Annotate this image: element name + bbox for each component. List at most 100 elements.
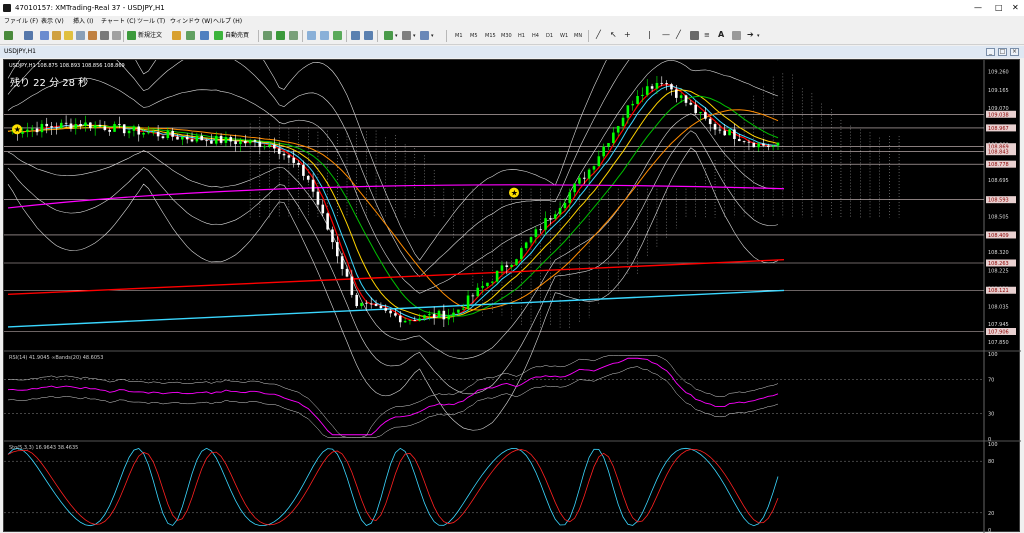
chevron-down-icon[interactable]: ▾: [413, 31, 416, 41]
trendline-tool-icon[interactable]: ╱: [596, 30, 601, 40]
indicators-icon[interactable]: [384, 31, 393, 40]
line-chart-icon[interactable]: [289, 31, 298, 40]
candle-body: [568, 192, 572, 203]
close-window-icon[interactable]: ✕: [1012, 0, 1019, 16]
bollinger-band-line: [7, 113, 779, 360]
timeframe-m5[interactable]: M5: [470, 31, 478, 41]
navigator-icon[interactable]: [64, 31, 73, 40]
chevron-down-icon[interactable]: ▾: [395, 31, 398, 41]
candle-body: [360, 302, 363, 307]
rsi-line: [7, 357, 779, 436]
metaeditor-icon[interactable]: [172, 31, 181, 40]
tester-icon[interactable]: [88, 31, 97, 40]
chart-close-icon[interactable]: ×: [1010, 48, 1019, 56]
menu-file[interactable]: ファイル (F): [4, 16, 38, 27]
candle-body: [69, 123, 73, 129]
new-chart-icon[interactable]: [4, 31, 13, 40]
auto-trade-button[interactable]: 自動売買: [225, 30, 249, 42]
timeframe-m1[interactable]: M1: [455, 31, 463, 41]
candle-body: [277, 148, 281, 154]
candle-body: [597, 156, 601, 167]
market-watch-icon[interactable]: [40, 31, 49, 40]
ma-yellow-line: [7, 89, 779, 319]
menu-insert[interactable]: 挿入 (I): [73, 16, 93, 27]
zoom-out-icon[interactable]: [320, 31, 329, 40]
candle-body: [447, 315, 450, 320]
fibonacci-tool-icon[interactable]: ≡: [704, 30, 710, 40]
candle-body: [481, 286, 484, 288]
auto-trade-icon: [214, 31, 223, 40]
chevron-down-icon[interactable]: ▾: [757, 31, 760, 41]
candle-body: [258, 141, 262, 147]
rsi-tick-label: 70: [988, 378, 994, 384]
channel-tool-icon[interactable]: [690, 31, 699, 40]
chart-window-title[interactable]: USDJPY,H1: [4, 46, 36, 58]
chart-window[interactable]: 109.260109.165109.070108.975108.880108.7…: [3, 59, 1021, 533]
crosshair-tool-icon[interactable]: +: [624, 30, 631, 40]
timeframe-h1[interactable]: H1: [518, 31, 525, 41]
menu-tools[interactable]: ツール (T): [137, 16, 165, 27]
price-chart[interactable]: 109.260109.165109.070108.975108.880108.7…: [4, 60, 1021, 533]
alerts-icon[interactable]: [100, 31, 109, 40]
star-marker-icon: ★: [511, 189, 518, 198]
cursor-tool-icon[interactable]: ↖: [610, 30, 617, 40]
candle-body: [762, 143, 765, 146]
timeframe-h4[interactable]: H4: [532, 31, 539, 41]
candle-body: [137, 126, 141, 135]
candle-body: [742, 141, 746, 142]
chart-minimize-icon[interactable]: _: [986, 48, 995, 56]
timeframe-mn[interactable]: MN: [574, 31, 582, 41]
timeframe-d1[interactable]: D1: [546, 31, 553, 41]
market-icon[interactable]: [200, 31, 209, 40]
profiles-icon[interactable]: [24, 31, 33, 40]
tile-windows-icon[interactable]: [333, 31, 342, 40]
data-window-icon[interactable]: [52, 31, 61, 40]
title-bar: 47010157: XMTrading-Real 37 - USDJPY,H1 …: [0, 0, 1024, 16]
terminal-icon[interactable]: [76, 31, 85, 40]
app-icon: [3, 4, 11, 12]
auto-scroll-icon[interactable]: [351, 31, 360, 40]
candle-body: [631, 103, 635, 106]
vertical-line-tool-icon[interactable]: |: [648, 30, 651, 40]
menu-chart[interactable]: チャート (C): [101, 16, 136, 27]
timeframe-m15[interactable]: M15: [485, 31, 496, 41]
arrows-tool-icon[interactable]: ➔: [747, 30, 754, 40]
candle-body: [767, 145, 770, 147]
timeframe-m30[interactable]: M30: [501, 31, 512, 41]
candle-body: [708, 118, 712, 125]
templates-icon[interactable]: [420, 31, 429, 40]
horizontal-line-tool-icon[interactable]: —: [662, 30, 670, 40]
candle-body: [45, 123, 49, 127]
periods-icon[interactable]: [402, 31, 411, 40]
bar-chart-icon[interactable]: [263, 31, 272, 40]
candle-body: [699, 112, 702, 114]
candle-body: [442, 310, 446, 320]
new-order-button[interactable]: 新規注文: [138, 30, 162, 42]
history-icon[interactable]: [112, 31, 121, 40]
price-tick-label: 108.505: [988, 215, 1009, 221]
toolbar-separator: [377, 30, 378, 42]
candle-body: [345, 268, 349, 277]
menu-window[interactable]: ウィンドウ (W): [170, 16, 213, 27]
text-tool-icon[interactable]: A: [718, 30, 724, 40]
signals-icon[interactable]: [186, 31, 195, 40]
maximize-window-icon[interactable]: □: [995, 0, 1003, 16]
chart-maximize-icon[interactable]: □: [998, 48, 1007, 56]
minimize-window-icon[interactable]: —: [974, 0, 982, 16]
timeframe-w1[interactable]: W1: [560, 31, 568, 41]
candle-body: [374, 303, 378, 306]
menu-view[interactable]: 表示 (V): [41, 16, 64, 27]
zoom-in-icon[interactable]: [307, 31, 316, 40]
candlestick-icon[interactable]: [276, 31, 285, 40]
text-label-tool-icon[interactable]: [732, 31, 741, 40]
chart-shift-icon[interactable]: [364, 31, 373, 40]
menu-help[interactable]: ヘルプ (H): [213, 16, 242, 27]
candle-body: [505, 265, 509, 268]
toolbar-separator: [446, 30, 447, 42]
candle-body: [592, 166, 596, 170]
price-tick-label: 109.165: [988, 88, 1009, 94]
chevron-down-icon[interactable]: ▾: [431, 31, 434, 41]
candle-body: [336, 242, 339, 257]
candle-body: [621, 117, 625, 127]
trend-line-icon[interactable]: ╱: [676, 30, 681, 40]
